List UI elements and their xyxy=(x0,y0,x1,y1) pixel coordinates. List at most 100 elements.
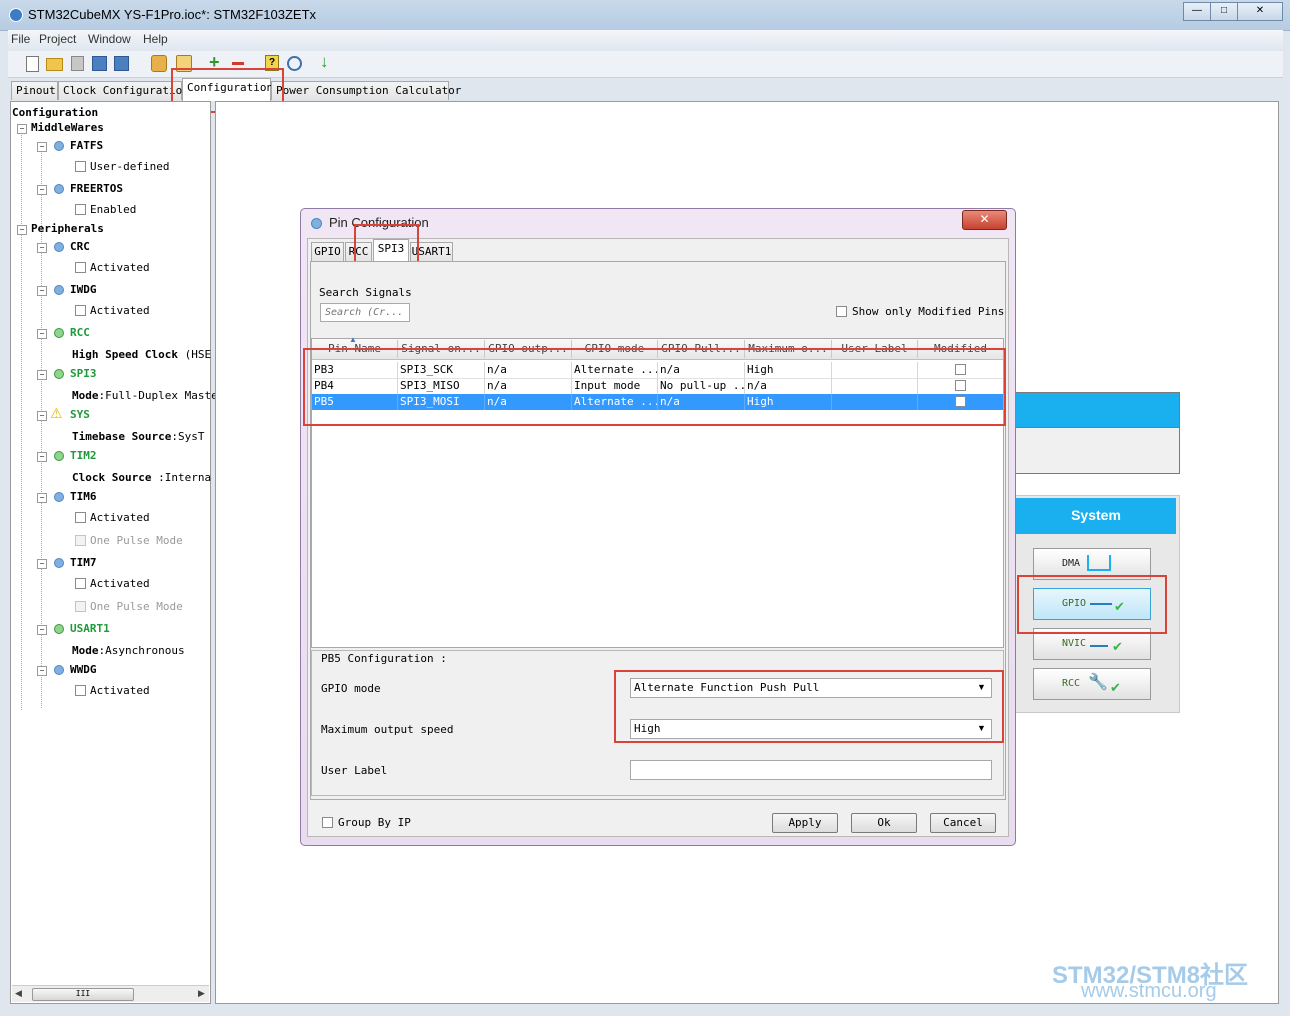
new-file-icon[interactable] xyxy=(26,56,39,72)
crc-activated-checkbox[interactable] xyxy=(75,262,86,273)
ok-button[interactable]: Ok xyxy=(851,813,917,833)
wwdg-option-label: Activated xyxy=(90,684,150,697)
search-tool-icon[interactable] xyxy=(287,56,302,71)
tree-iwdg[interactable]: IWDG xyxy=(70,283,97,296)
collapse-icon[interactable]: − xyxy=(37,452,47,462)
freertos-option-label: Enabled xyxy=(90,203,137,216)
tim6-activated-checkbox[interactable] xyxy=(75,512,86,523)
apply-button[interactable]: Apply xyxy=(772,813,838,833)
generate-icon[interactable] xyxy=(151,55,167,72)
tree-tim7[interactable]: TIM7 xyxy=(70,556,97,569)
collapse-icon[interactable]: − xyxy=(17,225,27,235)
tree-usart1[interactable]: USART1 xyxy=(70,622,110,635)
tree-guide-line xyxy=(21,130,22,710)
tree-fatfs[interactable]: FATFS xyxy=(70,139,103,152)
gear-icon xyxy=(54,492,64,502)
fatfs-user-defined-checkbox[interactable] xyxy=(75,161,86,172)
collapse-icon[interactable]: − xyxy=(17,124,27,134)
scroll-right-icon[interactable]: ▶ xyxy=(198,988,205,999)
collapse-icon[interactable]: − xyxy=(37,286,47,296)
system-panel-title: System xyxy=(1016,498,1176,534)
copy-icon[interactable] xyxy=(71,56,84,71)
tim7-one-pulse-checkbox[interactable] xyxy=(75,601,86,612)
scroll-thumb[interactable]: III xyxy=(32,988,134,1001)
rcc-button-label: RCC xyxy=(1062,678,1081,689)
dialog-close-button[interactable]: ✕ xyxy=(962,210,1007,230)
gear-icon xyxy=(54,665,64,675)
cancel-button[interactable]: Cancel xyxy=(930,813,996,833)
menu-file[interactable]: File xyxy=(11,32,30,46)
collapse-icon[interactable]: − xyxy=(37,329,47,339)
tim6-option1-label: Activated xyxy=(90,511,150,524)
dma-button-label: DMA xyxy=(1062,558,1081,569)
user-label-input[interactable] xyxy=(630,760,992,780)
wwdg-activated-checkbox[interactable] xyxy=(75,685,86,696)
user-label-label: User Label xyxy=(321,764,388,777)
menu-project[interactable]: Project xyxy=(39,32,76,46)
tree-wwdg[interactable]: WWDG xyxy=(70,663,97,676)
sys-setting: Timebase Source:SysT xyxy=(72,430,204,443)
menu-help[interactable]: Help xyxy=(143,32,168,46)
fatfs-option-label: User-defined xyxy=(90,160,170,173)
tim7-activated-checkbox[interactable] xyxy=(75,578,86,589)
tree-spi3[interactable]: SPI3 xyxy=(70,367,97,380)
dialog-tab-gpio-label: GPIO xyxy=(314,245,341,258)
minimize-button[interactable]: — xyxy=(1183,2,1211,21)
menu-window[interactable]: Window xyxy=(88,32,131,46)
rcc-setting: High Speed Clock (HSE xyxy=(72,348,211,361)
dma-icon xyxy=(1087,555,1111,571)
gear-icon xyxy=(54,242,64,252)
tree-crc[interactable]: CRC xyxy=(70,240,90,253)
close-window-button[interactable]: ✕ xyxy=(1237,2,1283,21)
tab-pinout[interactable]: Pinout xyxy=(11,81,58,100)
watermark-url: www.stmcu.org xyxy=(1081,980,1217,1002)
tree-horizontal-scrollbar[interactable]: ◀ III ▶ xyxy=(12,985,209,1002)
warning-icon: ⚠ xyxy=(50,405,63,421)
wrench-icon: 🔧 xyxy=(1088,674,1108,691)
collapse-icon[interactable]: − xyxy=(37,185,47,195)
usart1-setting-key: Mode xyxy=(72,644,99,657)
maximize-button[interactable]: □ xyxy=(1210,2,1238,21)
search-signals-input[interactable] xyxy=(320,303,410,322)
highlight-pin-settings xyxy=(614,670,1004,743)
tim6-option2-label: One Pulse Mode xyxy=(90,534,183,547)
tree-freertos[interactable]: FREERTOS xyxy=(70,182,123,195)
tab-power-consumption[interactable]: Power Consumption Calculator xyxy=(271,81,461,100)
save-all-icon[interactable] xyxy=(114,56,129,71)
show-modified-checkbox[interactable] xyxy=(836,306,847,317)
tree-peripherals[interactable]: Peripherals xyxy=(31,222,104,235)
rcc-setting-key: High Speed Clock xyxy=(72,348,178,361)
tab-clock-configuration[interactable]: Clock Configuration xyxy=(58,81,189,100)
tree-tim6[interactable]: TIM6 xyxy=(70,490,97,503)
collapse-icon[interactable]: − xyxy=(37,666,47,676)
zoom-out-icon[interactable] xyxy=(232,62,244,65)
collapse-icon[interactable]: − xyxy=(37,370,47,380)
collapse-icon[interactable]: − xyxy=(37,411,47,421)
usart1-setting: Mode:Asynchronous xyxy=(72,644,185,657)
group-by-ip-checkbox[interactable] xyxy=(322,817,333,828)
tab-power-label: Power Consumption Calculator xyxy=(276,84,462,97)
gear-icon xyxy=(54,624,64,634)
sys-setting-key: Timebase Source xyxy=(72,430,172,443)
tim6-one-pulse-checkbox[interactable] xyxy=(75,535,86,546)
download-icon[interactable]: ↓ xyxy=(320,52,329,72)
scroll-left-icon[interactable]: ◀ xyxy=(15,988,22,999)
dialog-tab-gpio[interactable]: GPIO xyxy=(311,242,344,261)
freertos-enabled-checkbox[interactable] xyxy=(75,204,86,215)
collapse-icon[interactable]: − xyxy=(37,559,47,569)
open-folder-icon[interactable] xyxy=(46,58,63,71)
save-icon[interactable] xyxy=(92,56,107,71)
collapse-icon[interactable]: − xyxy=(37,625,47,635)
sys-setting-value: :SysT xyxy=(171,430,205,443)
scroll-thumb-grip: III xyxy=(75,989,91,998)
tree-sys[interactable]: SYS xyxy=(70,408,90,421)
tree-middlewares[interactable]: MiddleWares xyxy=(31,121,104,134)
tree-tim2[interactable]: TIM2 xyxy=(70,449,97,462)
iwdg-activated-checkbox[interactable] xyxy=(75,305,86,316)
tree-rcc[interactable]: RCC xyxy=(70,326,90,339)
collapse-icon[interactable]: − xyxy=(37,493,47,503)
rcc-button[interactable]: RCC 🔧 ✔ xyxy=(1033,668,1151,700)
spi3-setting: Mode:Full-Duplex Maste xyxy=(72,389,218,402)
collapse-icon[interactable]: − xyxy=(37,142,47,152)
collapse-icon[interactable]: − xyxy=(37,243,47,253)
